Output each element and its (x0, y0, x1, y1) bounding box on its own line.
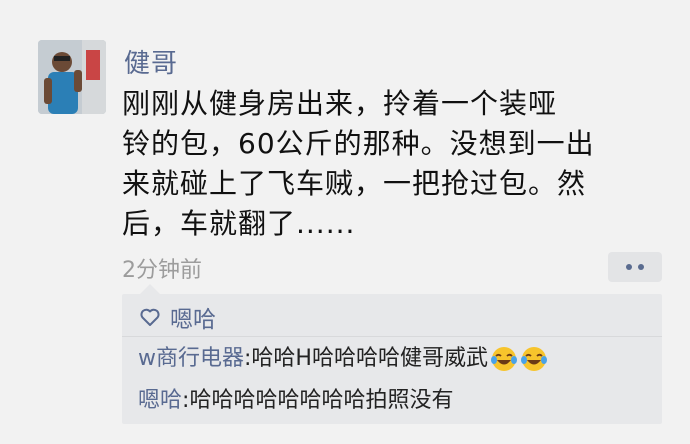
more-options-button[interactable] (608, 252, 662, 282)
comment-item[interactable]: w商行电器 : 哈哈H哈哈哈哈健哥威武 (138, 344, 548, 374)
comment-text: 哈哈H哈哈哈哈健哥威武 (251, 346, 488, 371)
divider (122, 336, 662, 337)
heart-icon (138, 305, 162, 329)
comment-separator: : (244, 346, 252, 371)
comment-author[interactable]: w商行电器 (138, 344, 244, 374)
liker-name[interactable]: 嗯哈 (170, 300, 216, 334)
dot-icon (638, 264, 644, 270)
post-text: 刚刚从健身房出来，拎着一个装哑 铃的包，60公斤的那种。没想到一出 来就碰上了飞… (122, 87, 595, 240)
avatar[interactable] (38, 40, 106, 114)
comment-item[interactable]: 嗯哈 : 哈哈哈哈哈哈哈哈拍照没有 (138, 386, 453, 416)
comment-author[interactable]: 嗯哈 (138, 386, 182, 416)
avatar-photo (38, 40, 106, 114)
dot-icon (626, 264, 632, 270)
comment-separator: : (182, 388, 190, 413)
box-pointer (140, 284, 160, 294)
likes-row: 嗯哈 (138, 300, 216, 334)
tears-of-joy-emoji-icon (520, 345, 548, 373)
comment-text: 哈哈哈哈哈哈哈哈拍照没有 (189, 388, 454, 413)
post-time: 2分钟前 (122, 258, 202, 283)
author-name[interactable]: 健哥 (124, 43, 178, 80)
tears-of-joy-emoji-icon (490, 345, 518, 373)
